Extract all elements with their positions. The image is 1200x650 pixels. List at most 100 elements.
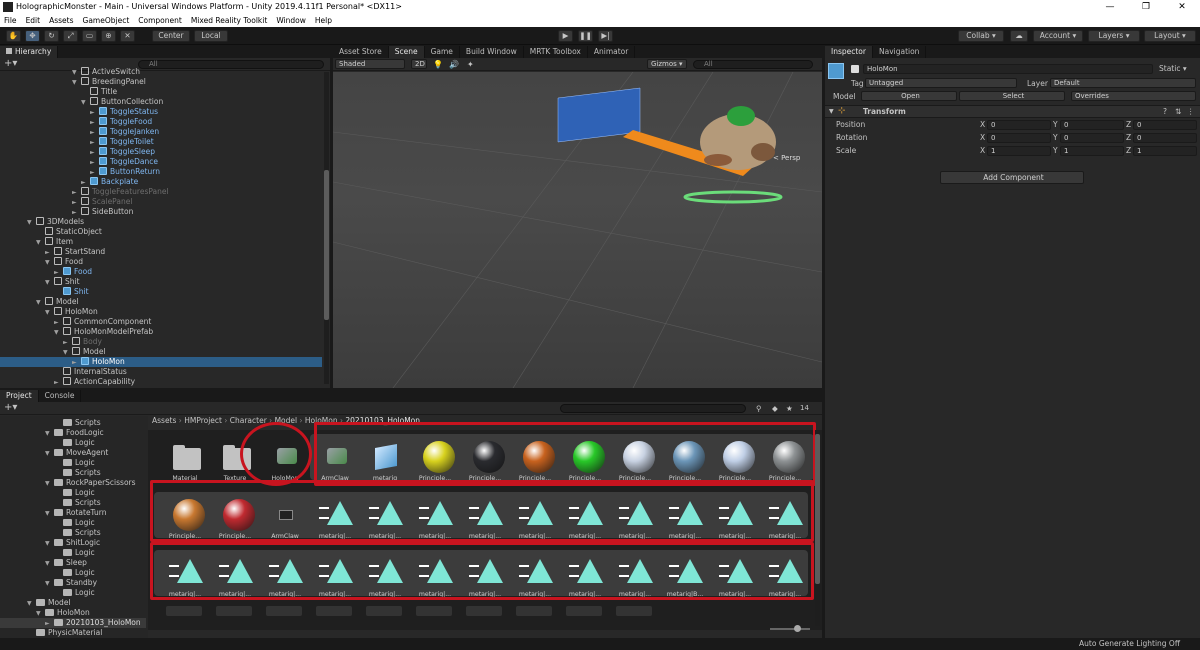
play-icon[interactable]: ▶ — [558, 30, 573, 42]
asset-item-partial[interactable] — [466, 606, 502, 616]
project-tree-item[interactable]: ▼ Sleep — [0, 558, 146, 568]
asset-grid-scrollbar[interactable] — [815, 430, 820, 626]
layers-dropdown[interactable]: Layers ▾ — [1088, 30, 1140, 42]
scene-viewport[interactable]: < Persp — [333, 72, 822, 388]
asset-item-partial[interactable] — [216, 606, 252, 616]
menu-gameobject[interactable]: GameObject — [83, 14, 130, 27]
hierarchy-row[interactable]: ► Backplate — [0, 177, 322, 187]
rect-tool-icon[interactable]: ▭ — [82, 30, 97, 42]
project-tree-item[interactable]: ▼ ShitLogic — [0, 538, 146, 548]
hierarchy-row[interactable]: ► ToggleFood — [0, 117, 322, 127]
menu-assets[interactable]: Assets — [49, 14, 73, 27]
scale-tool-icon[interactable]: ⤢ — [63, 30, 78, 42]
tab-inspector[interactable]: Inspector — [825, 46, 873, 58]
hierarchy-row[interactable]: ► ToggleFeaturesPanel — [0, 187, 322, 197]
menu-edit[interactable]: Edit — [26, 14, 41, 27]
2d-toggle[interactable]: 2D — [411, 59, 427, 69]
rotation-x-axis-label[interactable]: X — [980, 133, 985, 142]
filter-type-icon[interactable]: ⚲ — [756, 404, 762, 413]
project-tree-item[interactable]: PhysicMaterial — [0, 628, 146, 638]
hierarchy-row[interactable]: ▼ Shit — [0, 277, 322, 287]
asset-item-partial[interactable] — [616, 606, 652, 616]
move-tool-icon[interactable]: ✥ — [25, 30, 40, 42]
scale-x-axis-label[interactable]: X — [980, 146, 985, 155]
asset-item-partial[interactable] — [166, 606, 202, 616]
create-asset-plus-icon[interactable]: +▾ — [4, 402, 17, 414]
project-tree-item[interactable]: ▼ RotateTurn — [0, 508, 146, 518]
rotation-z-axis-label[interactable]: Z — [1126, 133, 1131, 142]
object-name-field[interactable]: HoloMon — [863, 64, 1153, 74]
hierarchy-row[interactable]: ► ButtonReturn — [0, 167, 322, 177]
tab-scene-0[interactable]: Asset Store — [333, 46, 389, 58]
hierarchy-row[interactable]: ▼ HoloMon — [0, 307, 322, 317]
project-tree-item[interactable]: ▼ HoloMon — [0, 608, 146, 618]
lighting-icon[interactable]: 💡 — [433, 60, 443, 69]
hierarchy-row[interactable]: ► ToggleDance — [0, 157, 322, 167]
project-tree-item[interactable]: Scripts — [0, 498, 146, 508]
layout-dropdown[interactable]: Layout ▾ — [1144, 30, 1196, 42]
menu-window[interactable]: Window — [276, 14, 306, 27]
effects-icon[interactable]: ✦ — [467, 60, 474, 69]
scale-z-axis-label[interactable]: Z — [1126, 146, 1131, 155]
step-icon[interactable]: ▶| — [598, 30, 613, 42]
asset-item-partial[interactable] — [366, 606, 402, 616]
asset-item-partial[interactable] — [416, 606, 452, 616]
static-dropdown[interactable]: Static ▾ — [1159, 64, 1187, 73]
transform-tool-icon[interactable]: ⊕ — [101, 30, 116, 42]
hierarchy-row[interactable]: Shit — [0, 287, 322, 297]
help-icon[interactable]: ? — [1163, 107, 1167, 116]
hierarchy-row[interactable]: ► SideButton — [0, 207, 322, 217]
rotation-x-field[interactable]: 0 — [987, 133, 1051, 143]
tab-scene-1[interactable]: Scene — [388, 46, 425, 58]
hierarchy-row[interactable]: ► Food — [0, 267, 322, 277]
position-x-field[interactable]: 0 — [987, 120, 1051, 130]
project-tree-item[interactable]: ▼ Model — [0, 598, 146, 608]
menu-file[interactable]: File — [4, 14, 17, 27]
scale-y-axis-label[interactable]: Y — [1053, 146, 1058, 155]
tag-dropdown[interactable]: Untagged — [865, 78, 1017, 88]
pivot-center-button[interactable]: Center — [152, 30, 190, 42]
hierarchy-row[interactable]: ► ActionCapability — [0, 377, 322, 387]
hierarchy-row[interactable]: ► ToggleSleep — [0, 147, 322, 157]
breadcrumb-item[interactable]: Assets — [152, 416, 176, 425]
hierarchy-row[interactable]: StaticObject — [0, 227, 322, 237]
position-x-axis-label[interactable]: X — [980, 120, 985, 129]
hierarchy-row[interactable]: ▼ ButtonCollection — [0, 97, 322, 107]
position-y-field[interactable]: 0 — [1060, 120, 1124, 130]
layer-dropdown[interactable]: Default — [1050, 78, 1196, 88]
hierarchy-row[interactable]: ► ToggleToilet — [0, 137, 322, 147]
audio-icon[interactable]: 🔊 — [449, 60, 459, 69]
project-search-input[interactable] — [560, 404, 746, 413]
hierarchy-row[interactable]: ▼ BreedingPanel — [0, 77, 322, 87]
gizmos-dropdown[interactable]: Gizmos ▾ — [647, 59, 687, 69]
position-y-axis-label[interactable]: Y — [1053, 120, 1058, 129]
hierarchy-row[interactable]: ▼ Item — [0, 237, 322, 247]
tab-scene-2[interactable]: Game — [425, 46, 460, 58]
asset-item-partial[interactable] — [266, 606, 302, 616]
hierarchy-row[interactable]: ▼ 3DModels — [0, 217, 322, 227]
tab-project[interactable]: Project — [0, 390, 39, 402]
custom-tool-icon[interactable]: ✕ — [120, 30, 135, 42]
favorite-icon[interactable]: ★ — [786, 404, 793, 413]
hierarchy-row[interactable]: ► ScalePanel — [0, 197, 322, 207]
hierarchy-row[interactable]: ▼ ActiveSwitch — [0, 67, 322, 77]
project-tree-item[interactable]: ▼ Standby — [0, 578, 146, 588]
pause-icon[interactable]: ❚❚ — [578, 30, 593, 42]
persp-label[interactable]: < Persp — [773, 154, 800, 162]
label-icon[interactable]: ◆ — [772, 404, 778, 413]
hierarchy-row[interactable]: ► StartStand — [0, 247, 322, 257]
collapse-arrow-icon[interactable]: ▼ — [829, 108, 834, 115]
hierarchy-row[interactable]: Title — [0, 87, 322, 97]
project-tree-item[interactable]: Scripts — [0, 468, 146, 478]
project-tree-item[interactable]: Logic — [0, 588, 146, 598]
hierarchy-row[interactable]: ▼ Food — [0, 257, 322, 267]
tab-hierarchy[interactable]: Hierarchy — [0, 46, 59, 58]
transform-header[interactable]: ▼ ⊹ Transform ? ⇅ ⋮ — [825, 105, 1200, 118]
overrides-dropdown[interactable]: Overrides — [1071, 91, 1196, 101]
account-button[interactable]: Account ▾ — [1033, 30, 1083, 42]
active-checkbox[interactable] — [851, 65, 859, 73]
foldout-arrow-icon[interactable]: ► — [54, 378, 63, 388]
asset-item-partial[interactable] — [516, 606, 552, 616]
menu-help[interactable]: Help — [315, 14, 332, 27]
cloud-icon[interactable]: ☁ — [1010, 30, 1028, 42]
